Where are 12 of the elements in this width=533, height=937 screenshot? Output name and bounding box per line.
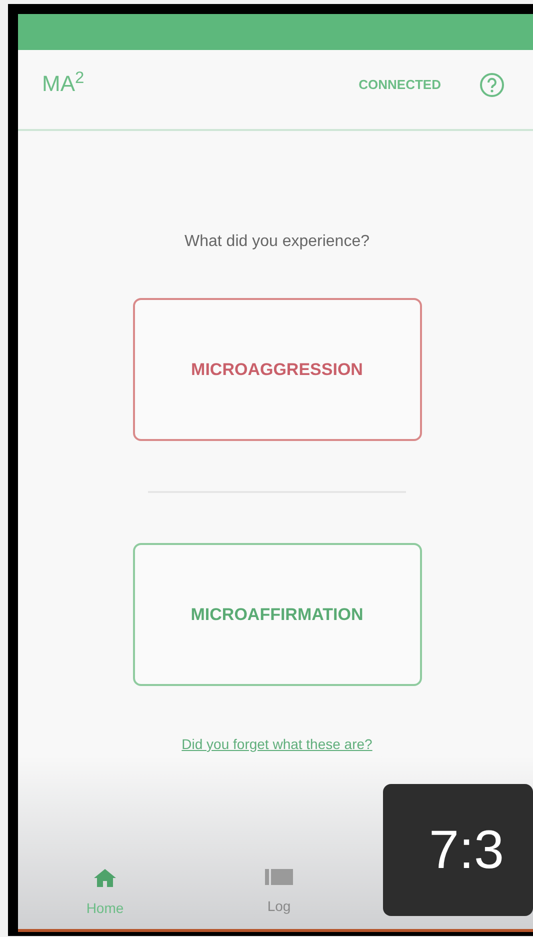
nav-tab[interactable]: Home bbox=[18, 868, 192, 919]
help-link[interactable]: Did you forget what these are? bbox=[182, 734, 372, 755]
microaggression-button[interactable]: MICROAGGRESSION bbox=[132, 298, 422, 441]
microaffirmation-button[interactable]: MICROAFFIRMATION bbox=[132, 543, 422, 686]
home-icon bbox=[93, 868, 117, 888]
list-icon bbox=[265, 868, 293, 886]
nav-tab[interactable]: Log bbox=[192, 868, 366, 919]
help-icon[interactable] bbox=[479, 72, 505, 98]
timestamp: 7:3 bbox=[429, 818, 504, 882]
prompt-text: What did you experience? bbox=[184, 232, 370, 252]
connection-status: CONNECTED bbox=[358, 76, 441, 94]
app-title: MA$^{2}$ bbox=[42, 68, 84, 98]
